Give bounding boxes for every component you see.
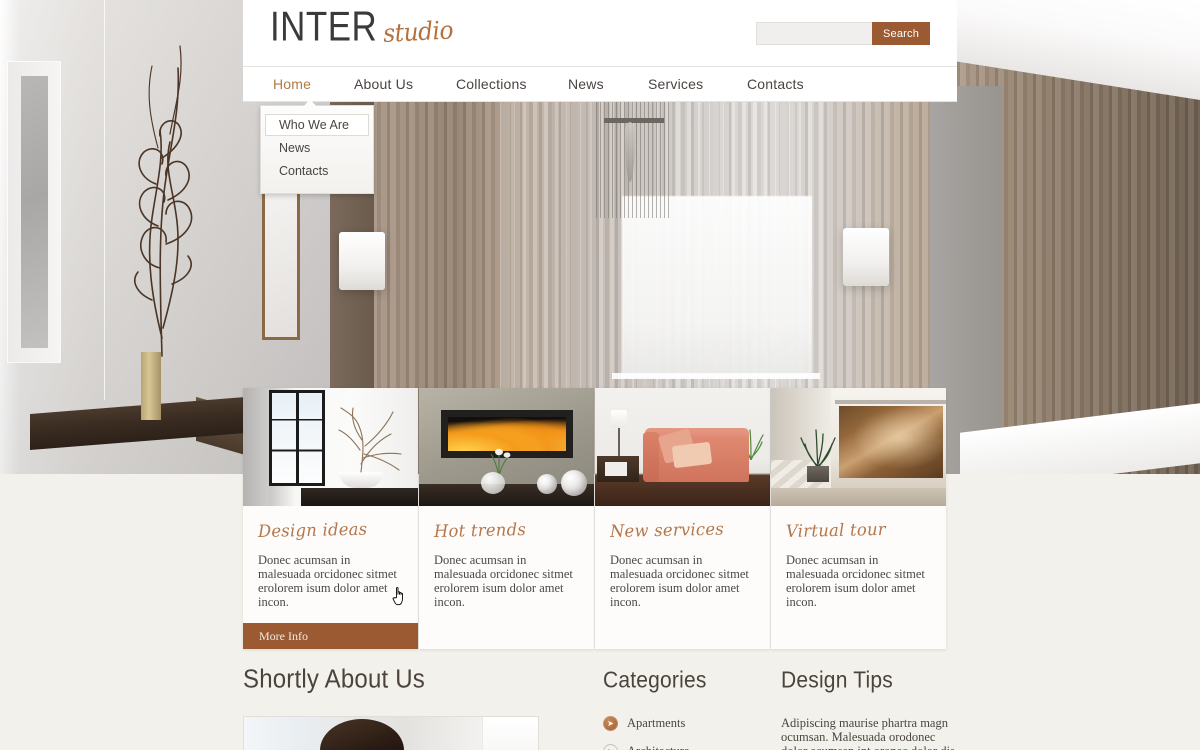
category-item-architecture[interactable]: ➤ Architecture	[603, 744, 773, 750]
main-navigation: Home About Us Collections News Services …	[243, 66, 957, 102]
about-section: Shortly About Us	[243, 474, 587, 750]
page-root: INTER studio Search Home About Us Collec…	[0, 0, 1200, 750]
background-mirror-glass	[21, 76, 48, 348]
background-dry-branches	[100, 38, 210, 358]
categories-list: ➤ Apartments ➤ Architecture	[603, 716, 773, 750]
nav-item-news[interactable]: News	[568, 76, 604, 92]
dropdown-item-who-we-are[interactable]: Who We Are	[265, 114, 369, 136]
categories-section: Categories ➤ Apartments ➤ Architecture	[603, 474, 773, 750]
nav-item-collections[interactable]: Collections	[456, 76, 527, 92]
chevron-right-circle-icon: ➤	[603, 744, 618, 750]
about-section-title: Shortly About Us	[243, 664, 425, 694]
site-header: INTER studio Search	[243, 0, 957, 66]
dropdown-item-news[interactable]: News	[265, 137, 369, 159]
design-tips-section: Design Tips Adipiscing maurise phartra m…	[781, 474, 957, 750]
nav-item-about-us[interactable]: About Us	[354, 76, 413, 92]
site-logo[interactable]: INTER studio	[270, 3, 459, 53]
background-vase	[141, 352, 161, 420]
nav-item-home[interactable]: Home	[273, 76, 311, 92]
design-tips-title: Design Tips	[781, 668, 893, 693]
category-item-apartments[interactable]: ➤ Apartments	[603, 716, 773, 731]
nav-item-contacts[interactable]: Contacts	[747, 76, 804, 92]
home-dropdown-menu: Who We Are News Contacts	[260, 99, 374, 194]
background-mirror-frame	[8, 62, 60, 362]
lower-content-area: Shortly About Us Categories ➤ Apartments…	[243, 474, 957, 750]
logo-secondary-text: studio	[381, 15, 454, 48]
dropdown-item-contacts[interactable]: Contacts	[265, 160, 369, 182]
about-photo	[243, 716, 539, 750]
nav-item-services[interactable]: Services	[648, 76, 703, 92]
logo-primary-text: INTER	[270, 2, 378, 50]
search-button[interactable]: Search	[872, 22, 930, 45]
design-tips-text: Adipiscing maurise phartra magn ocumsan.…	[781, 716, 955, 750]
search-input[interactable]	[756, 22, 872, 45]
search-form: Search	[756, 22, 930, 45]
category-label: Apartments	[627, 716, 686, 730]
category-label: Architecture	[627, 744, 689, 750]
chevron-right-circle-icon: ➤	[603, 716, 618, 731]
categories-section-title: Categories	[603, 668, 707, 693]
